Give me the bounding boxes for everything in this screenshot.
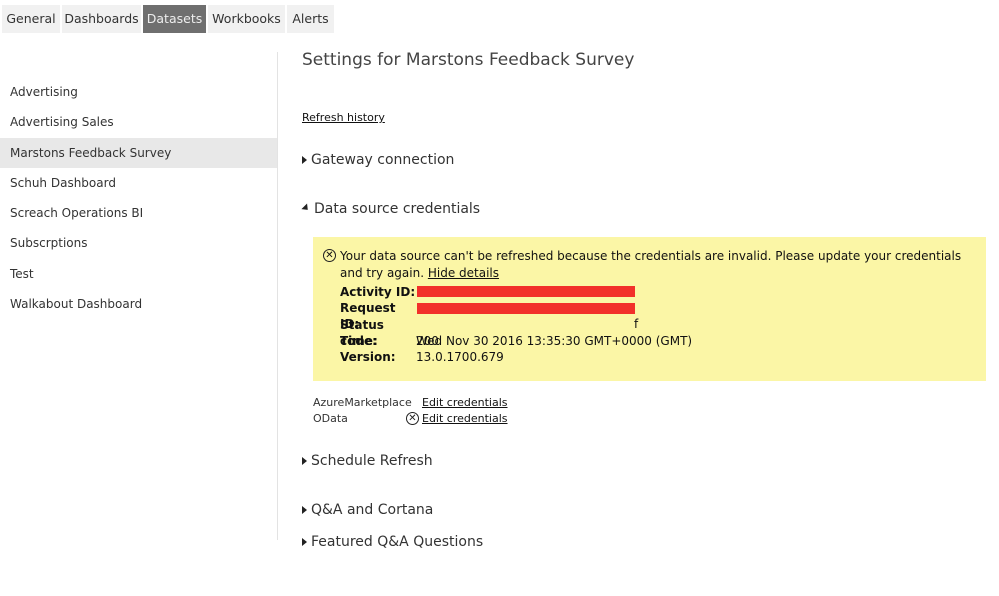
sidebar-item-screach-operations-bi[interactable]: Screach Operations BI [0,198,277,228]
time-value: Wed Nov 30 2016 13:35:30 GMT+0000 (GMT) [416,334,693,348]
section-data-source-credentials[interactable]: Data source credentials [301,201,481,217]
sidebar-item-walkabout-dashboard[interactable]: Walkabout Dashboard [0,289,277,319]
tab-dashboards[interactable]: Dashboards [62,5,141,33]
activity-id-label: Activity ID: [340,285,416,299]
page-title: Settings for Marstons Feedback Survey [302,50,635,70]
sidebar-item-advertising[interactable]: Advertising [0,77,277,107]
section-label: Gateway connection [311,152,455,168]
sidebar-item-marstons-feedback-survey[interactable]: Marstons Feedback Survey [0,138,277,168]
error-circle-x-icon: ✕ [323,249,336,262]
hide-details-link[interactable]: Hide details [428,266,499,280]
request-id-tail: f [634,317,639,331]
sidebar-divider [277,52,278,540]
tab-datasets[interactable]: Datasets [143,5,206,33]
time-row: Time: Wed Nov 30 2016 13:35:30 GMT+0000 (… [340,333,692,349]
datasource-name: AzureMarketplace [313,396,412,409]
section-schedule-refresh[interactable]: Schedule Refresh [302,453,433,469]
sidebar-item-schuh-dashboard[interactable]: Schuh Dashboard [0,168,277,198]
refresh-history-link[interactable]: Refresh history [302,111,385,124]
tab-general[interactable]: General [2,5,60,33]
section-gateway-connection[interactable]: Gateway connection [302,152,454,168]
redaction-bar [417,303,635,314]
caret-down-icon [301,202,311,213]
section-featured-qna[interactable]: Featured Q&A Questions [302,534,483,550]
section-label: Data source credentials [314,201,481,217]
caret-right-icon [302,156,307,164]
datasource-name: OData [313,412,348,425]
version-label: Version: [340,350,396,364]
sidebar-item-test[interactable]: Test [0,259,277,289]
sidebar-item-advertising-sales[interactable]: Advertising Sales [0,107,277,137]
section-label: Q&A and Cortana [311,502,434,518]
caret-right-icon [302,457,307,465]
time-label: Time: [340,334,378,348]
caret-right-icon [302,538,307,546]
version-row: Version: 13.0.1700.679 [340,349,504,365]
activity-id-row: Activity ID: [340,284,416,300]
error-message: Your data source can't be refreshed beca… [340,249,962,280]
section-label: Featured Q&A Questions [311,534,484,550]
tab-workbooks[interactable]: Workbooks [208,5,285,33]
section-qna-cortana[interactable]: Q&A and Cortana [302,502,433,518]
error-circle-x-icon: ✕ [406,412,419,425]
redaction-bar [417,286,635,297]
edit-credentials-link[interactable]: Edit credentials [422,412,508,425]
version-value: 13.0.1700.679 [416,350,504,364]
edit-credentials-link[interactable]: Edit credentials [422,396,508,409]
tab-alerts[interactable]: Alerts [287,5,334,33]
error-alert: ✕ Your data source can't be refreshed be… [313,237,986,381]
section-label: Schedule Refresh [311,453,433,469]
caret-right-icon [302,506,307,514]
sidebar-item-subscrptions[interactable]: Subscrptions [0,228,277,258]
